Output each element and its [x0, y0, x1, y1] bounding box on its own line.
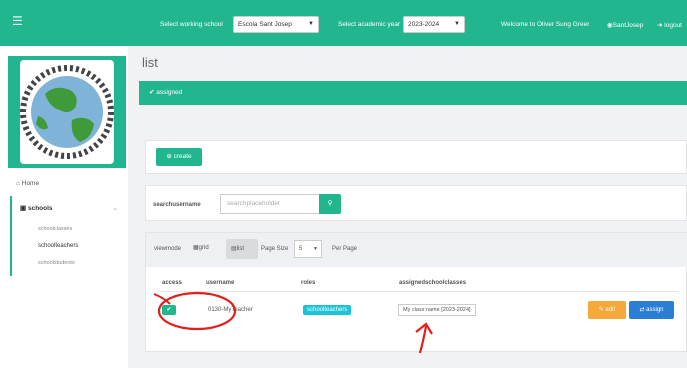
page-size-select[interactable]: 5 ▼: [294, 240, 322, 258]
list-label: list: [236, 246, 245, 252]
year-select-value: 2023-2024: [408, 21, 440, 28]
grid-view-button[interactable]: ▦grid: [193, 244, 209, 251]
page-size-value: 5: [299, 246, 303, 252]
chevron-down-icon: ▼: [313, 246, 318, 252]
plus-circle-icon: ⊕: [166, 153, 172, 160]
sidebar-item-schoolteachers[interactable]: schoolteachers: [38, 243, 78, 249]
list-view-button[interactable]: ▤list: [226, 239, 258, 259]
sidebar-item-label: schools: [27, 205, 53, 212]
sidebar: ⌂ Home ▣ schools ⌄ schoolclasses schoolt…: [0, 46, 128, 368]
search-panel: searchusername searchplaceholder ⚲: [145, 185, 687, 221]
logout-icon: ➜: [657, 22, 663, 29]
create-button[interactable]: ⊕ create: [156, 148, 202, 166]
grid-label: grid: [198, 245, 209, 251]
user-name: SantJosep: [612, 22, 644, 29]
sidebar-item-schoolstudents[interactable]: schoolstudents: [38, 260, 75, 266]
hamburger-icon[interactable]: ☰: [12, 15, 23, 27]
create-panel: ⊕ create: [145, 140, 687, 174]
search-icon: ⚲: [327, 200, 333, 207]
logout-label: logout: [664, 22, 682, 29]
home-icon: ⌂: [16, 180, 20, 187]
page-title: list: [142, 55, 158, 70]
sidebar-item-label: Home: [21, 180, 40, 187]
alert-assigned: ✔ assigned: [139, 81, 687, 105]
chevron-down-icon[interactable]: ⌄: [113, 204, 118, 212]
assign-label: assign: [646, 307, 664, 313]
school-icon: ▣: [20, 205, 27, 212]
sidebar-group-header[interactable]: ▣ schools: [20, 204, 53, 212]
welcome-text: Welcome to Oliver Sung Greer: [501, 21, 590, 28]
swap-icon: ⇄: [639, 307, 645, 313]
school-label: Select working school: [160, 21, 223, 28]
school-select-value: Escola Sant Josep: [238, 21, 292, 28]
per-page-label: Per Page: [332, 246, 358, 252]
annotation-arrow: [415, 322, 433, 354]
logout-link[interactable]: ➜ logout: [657, 21, 682, 29]
edit-icon: ✎: [598, 307, 604, 313]
top-bar: ☰ Select working school Escola Sant Jose…: [0, 0, 687, 46]
year-label: Select academic year: [338, 21, 401, 28]
search-button[interactable]: ⚲: [319, 194, 341, 214]
chevron-down-icon: ▼: [308, 21, 314, 27]
alert-text: assigned: [156, 89, 183, 96]
column-header-assignedschoolclasses: assignedschoolclasses: [399, 280, 467, 286]
search-input[interactable]: searchplaceholder: [220, 194, 320, 214]
logo: [20, 60, 114, 164]
user-link[interactable]: ◉SantJosep: [607, 21, 643, 29]
check-circle-icon: ✔: [149, 89, 155, 96]
table-toolbar: viewmode ▦grid ▤list Page Size 5 ▼ Per Pa…: [146, 233, 687, 267]
annotation-circle: [153, 291, 237, 331]
sidebar-item-schoolclasses[interactable]: schoolclasses: [38, 226, 72, 232]
sidebar-item-home[interactable]: ⌂ Home: [0, 180, 128, 187]
chevron-down-icon: ▼: [454, 21, 460, 27]
edit-button[interactable]: ✎ edit: [588, 301, 626, 319]
page-size-label: Page Size: [261, 246, 289, 252]
year-select[interactable]: 2023-2024 ▼: [403, 16, 465, 33]
role-badge: schoolteachers: [303, 305, 352, 315]
column-header-roles: roles: [301, 280, 316, 286]
create-label: create: [173, 153, 192, 160]
globe-logo-icon: [20, 65, 114, 159]
viewmode-label: viewmode: [154, 246, 182, 252]
search-label: searchusername: [153, 202, 201, 208]
assign-button[interactable]: ⇄ assign: [629, 301, 674, 319]
logo-panel: [8, 56, 126, 168]
sidebar-group-schools[interactable]: ▣ schools ⌄ schoolclasses schoolteachers…: [10, 196, 126, 276]
edit-label: edit: [605, 307, 616, 313]
search-placeholder: searchplaceholder: [227, 200, 281, 207]
school-select[interactable]: Escola Sant Josep ▼: [233, 16, 319, 33]
class-chip: My class name [2023-2024]: [398, 304, 476, 316]
